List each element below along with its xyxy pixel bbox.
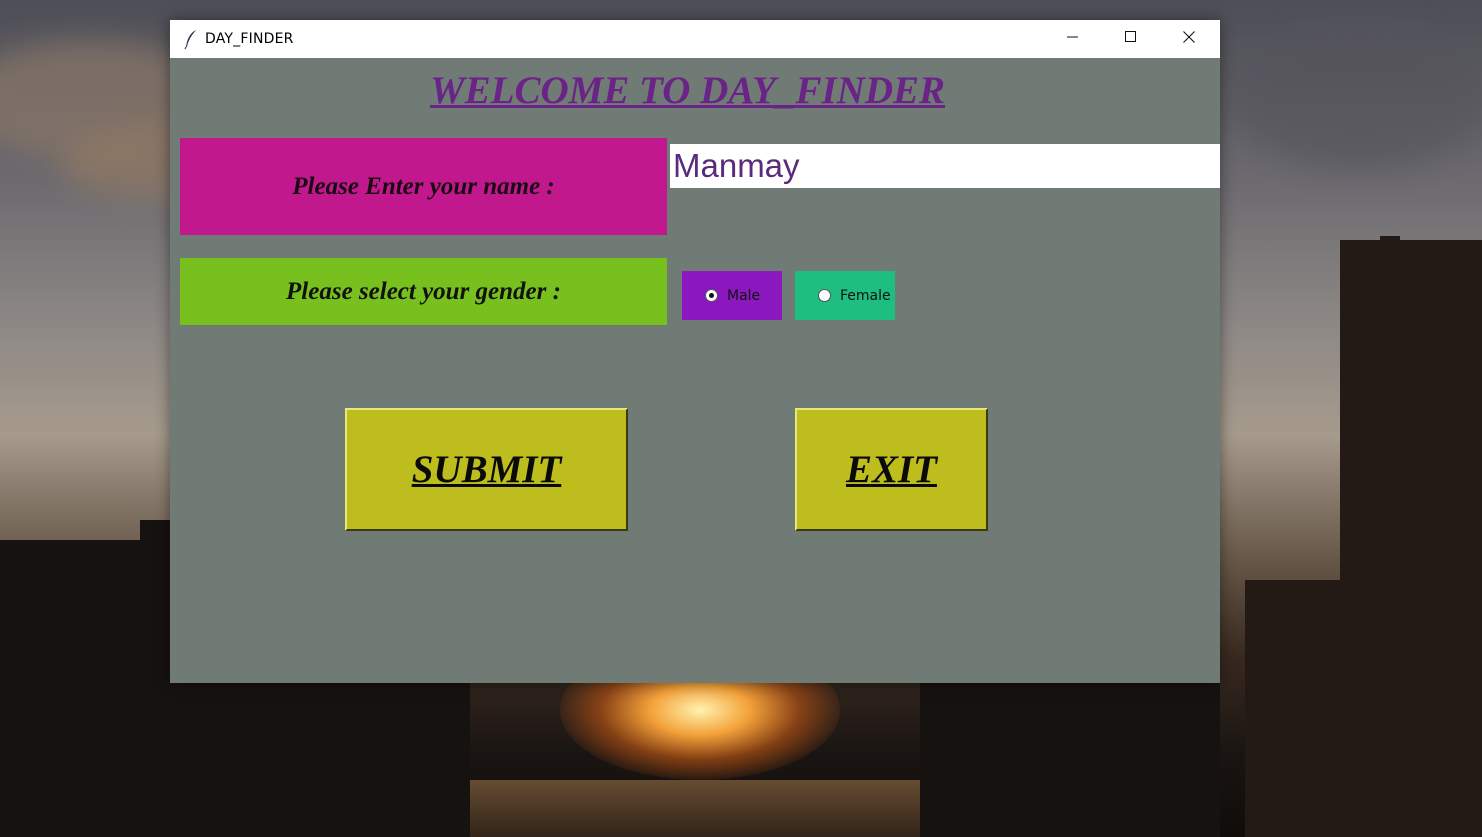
close-button[interactable] — [1160, 20, 1218, 58]
name-label: Please Enter your name : — [180, 138, 667, 235]
close-icon — [1183, 30, 1195, 48]
maximize-icon — [1125, 30, 1137, 48]
name-input[interactable] — [670, 144, 1220, 188]
title-bar[interactable]: DAY_FINDER — [170, 20, 1220, 58]
gender-radio-male[interactable]: Male — [682, 271, 782, 320]
exit-button[interactable]: EXIT — [795, 408, 988, 531]
minimize-icon — [1067, 30, 1079, 48]
page-title: WELCOME TO DAY_FINDER — [429, 69, 946, 112]
maximize-button[interactable] — [1102, 20, 1160, 58]
gender-radio-female-label: Female — [840, 287, 891, 304]
radio-checked-icon — [705, 289, 718, 302]
feather-icon — [182, 29, 200, 49]
gender-radio-female[interactable]: Female — [795, 271, 895, 320]
submit-button[interactable]: SUBMIT — [345, 408, 628, 531]
radio-unchecked-icon — [818, 289, 831, 302]
app-window: DAY_FINDER WELCOME TO DAY_FINDER Please … — [170, 20, 1220, 683]
minimize-button[interactable] — [1044, 20, 1102, 58]
gender-label: Please select your gender : — [180, 258, 667, 325]
window-title: DAY_FINDER — [205, 31, 294, 47]
gender-radio-male-label: Male — [727, 287, 761, 304]
